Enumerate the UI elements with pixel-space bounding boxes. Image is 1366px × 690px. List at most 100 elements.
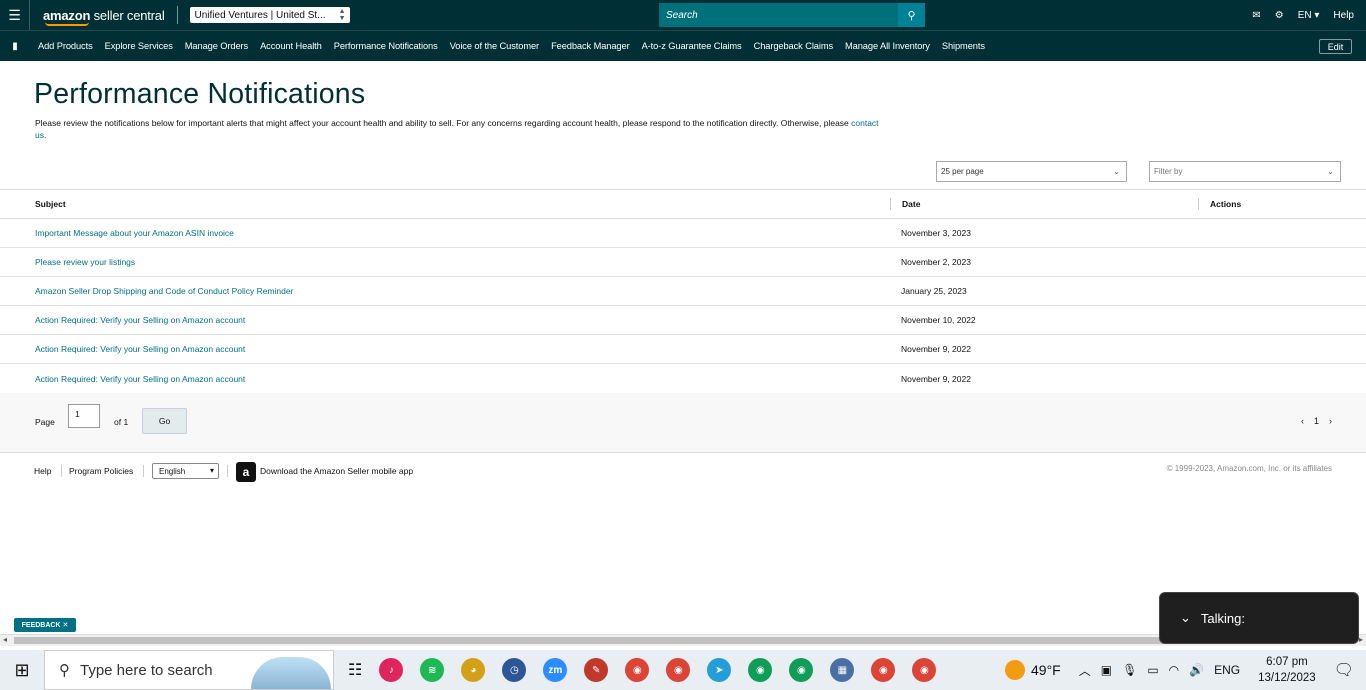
go-button[interactable]: Go [142,408,187,434]
page-total: of 1 [114,417,129,427]
calculator-icon[interactable]: ▦ [830,658,855,682]
close-icon[interactable]: ✕ [62,621,68,629]
nav-item-shipments[interactable]: Shipments [942,41,985,51]
tiktok-icon[interactable]: ♪ [379,658,404,682]
chevron-right-icon[interactable]: › [1329,416,1332,426]
notification-subject-link[interactable]: Please review your listings [35,257,135,267]
divider [227,465,228,477]
zoom-icon[interactable]: zm [543,658,568,682]
per-page-select[interactable]: 25 per page ⌄ [936,161,1127,182]
notification-subject-link[interactable]: Action Required: Verify your Selling on … [35,315,245,325]
notification-subject-link[interactable]: Action Required: Verify your Selling on … [35,344,245,354]
wifi-icon[interactable]: ◠ [1169,663,1179,677]
seller-central-logo[interactable]: amazon seller central [43,8,165,26]
column-header-date[interactable]: Date [890,198,920,210]
notifications-icon[interactable]: 🗨 [1334,660,1354,680]
chrome-m-icon[interactable]: ◉ [666,658,691,682]
chevron-down-icon: ⌄ [1327,167,1334,176]
menu-icon[interactable]: ☰ [0,0,30,30]
mail-icon[interactable]: ✉ [1252,10,1260,21]
windows-start-icon[interactable]: ⊞ [0,660,44,681]
notification-subject-link[interactable]: Important Message about your Amazon ASIN… [35,228,234,238]
page-navigator: ‹ 1 › [1301,416,1332,426]
scroll-right-icon[interactable]: ▸ [1359,635,1363,644]
weather-icon [1005,660,1025,680]
input-language[interactable]: ENG [1214,663,1240,677]
clock-app-icon[interactable]: ◷ [502,658,527,682]
weather-widget[interactable]: 49°F [1005,660,1061,680]
feedback-button[interactable]: FEEDBACK ✕ [14,618,76,632]
chrome-l-icon[interactable]: ◉ [789,658,814,682]
search-icon: ⚲ [907,9,916,22]
nav-item-add-products[interactable]: Add Products [38,41,93,51]
table-row: Amazon Seller Drop Shipping and Code of … [0,277,1366,306]
download-app-link[interactable]: Download the Amazon Seller mobile app [260,466,413,476]
gear-icon[interactable]: ⚙ [1275,10,1284,21]
clock[interactable]: 6:07 pm 13/12/2023 [1258,654,1316,686]
divider [176,6,178,24]
page-title: Performance Notifications [34,78,366,110]
chrome-s-icon[interactable]: ◉ [871,658,896,682]
battery-icon[interactable]: ▭ [1147,663,1158,677]
notifications-table: Subject Date Actions Important Message a… [0,189,1366,394]
nav-item-account-health[interactable]: Account Health [260,41,322,51]
chrome-m2-icon[interactable]: ◉ [748,658,773,682]
scroll-left-icon[interactable]: ◂ [3,635,7,644]
edit-button[interactable]: Edit [1319,39,1352,54]
language-selector[interactable]: EN ▾ [1298,10,1320,21]
task-view-icon[interactable]: ☷ [348,660,362,680]
nav-item-manage-orders[interactable]: Manage Orders [185,41,248,51]
nav-item-a-to-z-guarantee-claims[interactable]: A-to-z Guarantee Claims [642,41,742,51]
program-policies-link[interactable]: Program Policies [69,466,133,476]
chrome-icon[interactable]: ◉ [625,658,650,682]
system-tray: 49°F ︿ ▣ 🎙 ▭ ◠ 🔊 ENG 6:07 pm 13/12/2023 … [1005,650,1366,690]
footer: Help Program Policies English ▾ a Downlo… [0,460,1366,484]
game-icon[interactable]: ◕ [461,658,486,682]
chrome-r-icon[interactable]: ◉ [912,658,937,682]
scrollbar-thumb[interactable] [14,637,1352,644]
spotify-icon[interactable]: ≋ [420,658,445,682]
page-description: Please review the notifications below fo… [35,118,879,140]
nav-item-performance-notifications[interactable]: Performance Notifications [334,41,438,51]
help-link[interactable]: Help [1333,10,1354,21]
nav-item-feedback-manager[interactable]: Feedback Manager [551,41,630,51]
amazon-app-icon[interactable]: a [236,462,256,482]
table-row: Please review your listings November 2, 2… [0,248,1366,277]
search-input[interactable]: Search [659,3,898,27]
telegram-icon[interactable]: ➤ [707,658,732,682]
taskbar-search[interactable]: ⚲ Type here to search [44,650,334,690]
copyright: © 1999-2023, Amazon.com, Inc. or its aff… [1166,464,1332,473]
nav-item-explore-services[interactable]: Explore Services [105,41,173,51]
table-row: Action Required: Verify your Selling on … [0,364,1366,393]
footer-language-select[interactable]: English ▾ [152,463,219,479]
camera-icon[interactable]: ▣ [1101,663,1112,677]
bookmark-nav: ▮ Add Products Explore Services Manage Ord… [0,30,1366,61]
nav-item-voice-of-the-customer[interactable]: Voice of the Customer [450,41,539,51]
pagination-bar: Page 1 of 1 Go ‹ 1 › [0,393,1366,453]
nav-item-manage-all-inventory[interactable]: Manage All Inventory [845,41,930,51]
notification-subject-link[interactable]: Amazon Seller Drop Shipping and Code of … [35,286,293,296]
paint-icon[interactable]: ✎ [584,658,609,682]
chevron-down-icon[interactable]: ⌄ [1180,610,1191,626]
footer-help-link[interactable]: Help [34,466,51,476]
talking-popup[interactable]: ⌄ Talking: [1159,592,1359,644]
volume-icon[interactable]: 🔊 [1189,663,1204,677]
column-header-subject[interactable]: Subject [35,199,66,209]
taskbar-apps: ☷ ♪ ≋ ◕ ◷ zm ✎ ◉ ◉ ➤ ◉ ◉ ▦ ◉ ◉ [348,658,937,682]
chevron-left-icon[interactable]: ‹ [1301,416,1304,426]
divider [143,465,144,477]
table-body: Important Message about your Amazon ASIN… [0,219,1366,393]
page-number-input[interactable]: 1 [68,404,100,428]
nav-items: Add Products Explore Services Manage Order… [38,41,985,51]
chevron-up-icon[interactable]: ︿ [1079,662,1091,679]
search-button[interactable]: ⚲ [898,3,925,27]
table-row: Action Required: Verify your Selling on … [0,306,1366,335]
bookmark-icon[interactable]: ▮ [0,41,30,52]
search-icon: ⚲ [59,662,70,679]
account-selector[interactable]: Unified Ventures | United St... ▲ ▼ [189,7,350,23]
nav-item-chargeback-claims[interactable]: Chargeback Claims [754,41,834,51]
page-number-link[interactable]: 1 [1314,416,1319,426]
notification-subject-link[interactable]: Action Required: Verify your Selling on … [35,374,245,384]
microphone-icon[interactable]: 🎙 [1122,663,1137,677]
filter-select[interactable]: Filter by ⌄ [1149,161,1341,182]
